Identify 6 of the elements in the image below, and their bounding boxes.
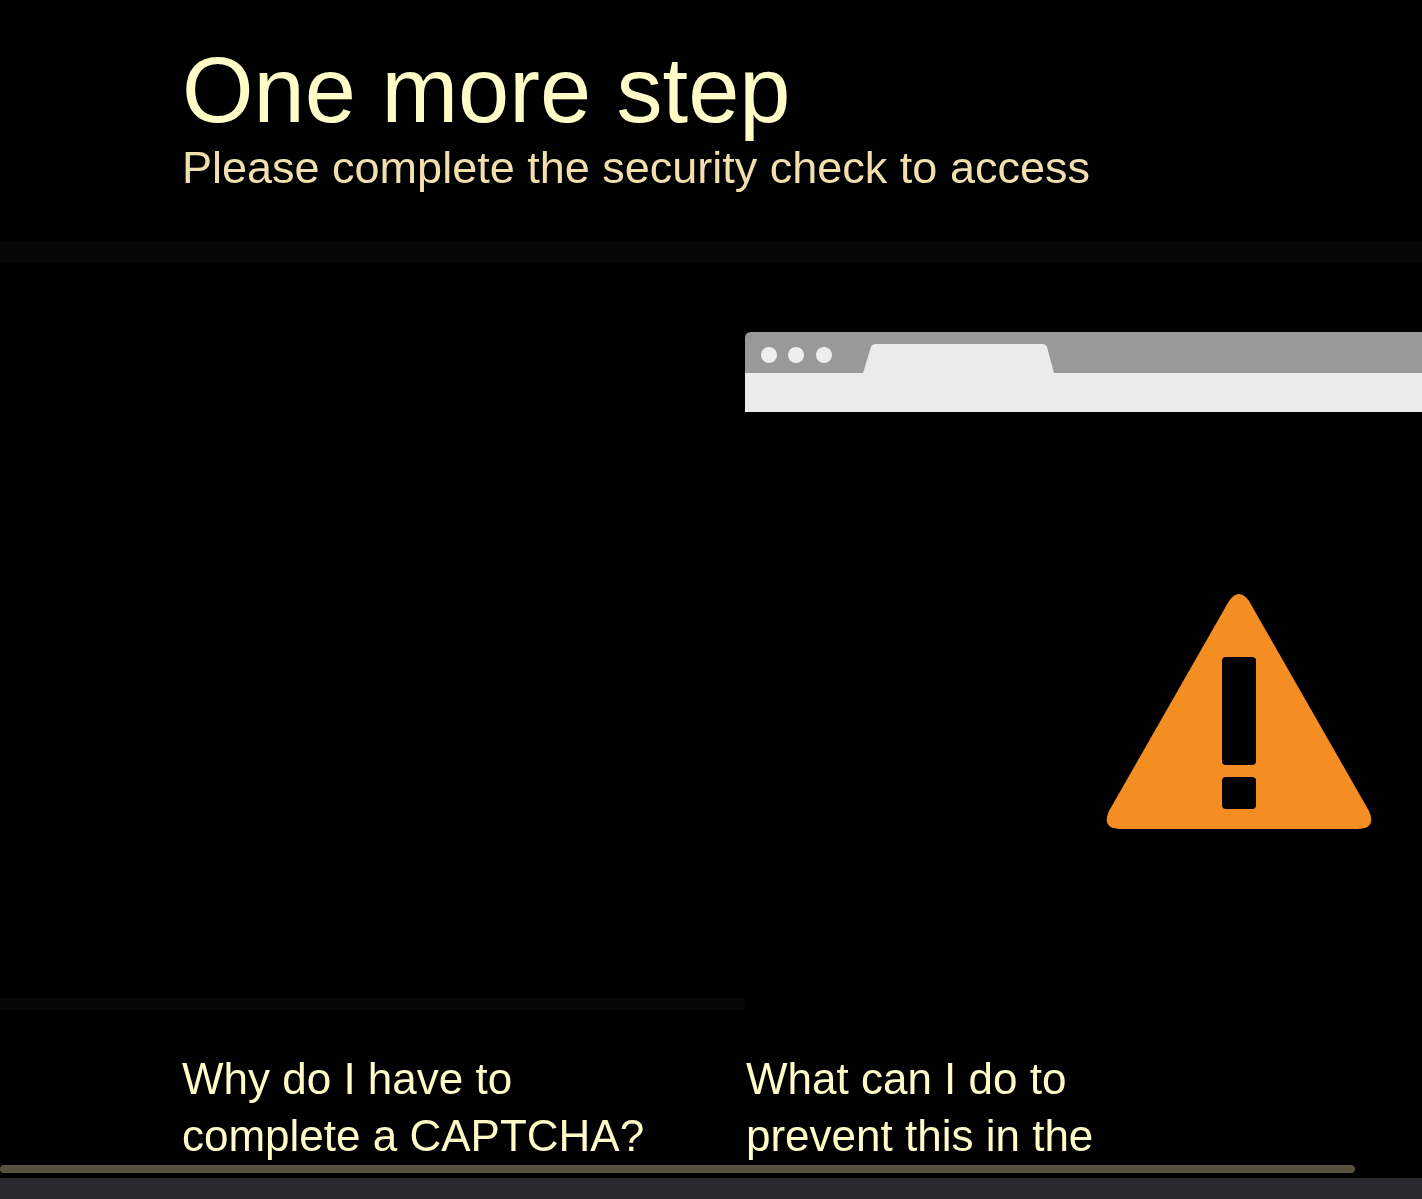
- page-subtitle: Please complete the security check to access: [182, 141, 1090, 195]
- page-title: One more step: [182, 40, 791, 140]
- faq-heading: What can I do to prevent this in the: [746, 1053, 1095, 1162]
- faq-heading: Why do I have to complete a CAPTCHA?: [182, 1053, 646, 1162]
- warning-icon: [1105, 593, 1373, 831]
- horizontal-scrollbar[interactable]: [0, 1165, 1355, 1173]
